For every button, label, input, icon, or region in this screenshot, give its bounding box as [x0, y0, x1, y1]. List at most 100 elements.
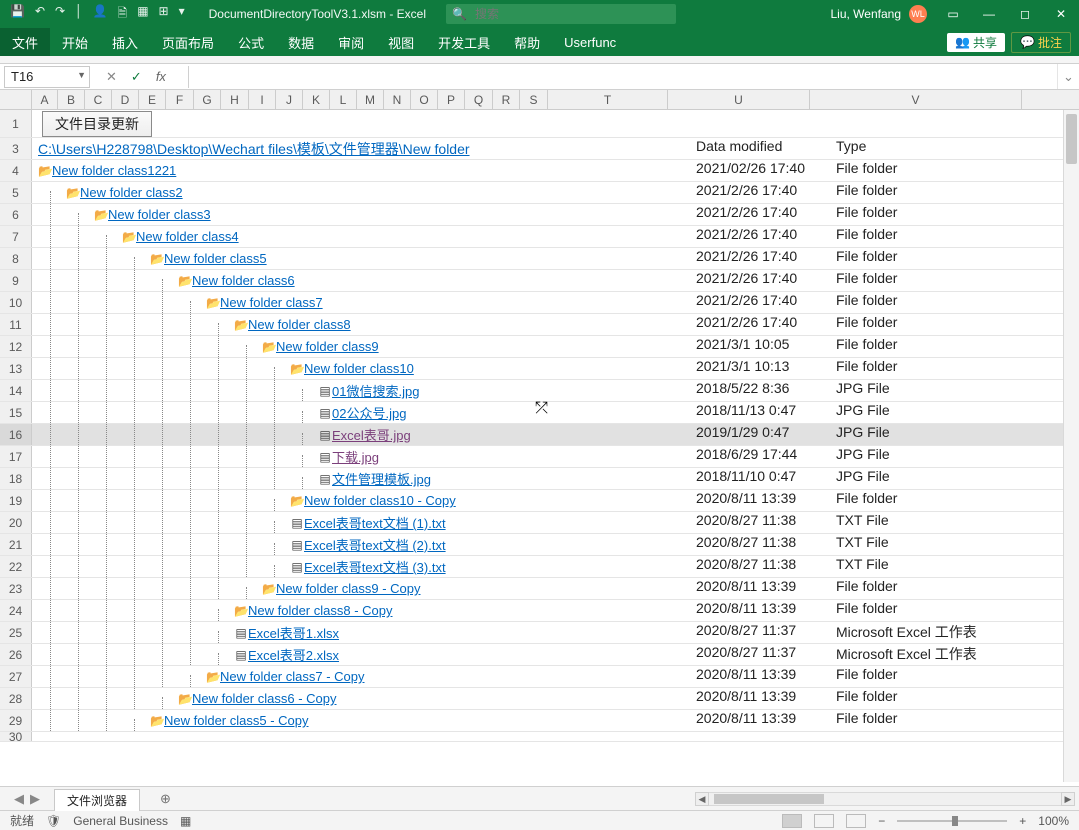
- row-header[interactable]: 28: [0, 688, 32, 709]
- view-pagelayout-icon[interactable]: [814, 814, 834, 828]
- col-header-H[interactable]: H: [221, 90, 249, 109]
- tree-link[interactable]: New folder class6 - Copy: [192, 691, 337, 706]
- qat-icon-1[interactable]: 👤: [93, 4, 108, 25]
- select-all-corner[interactable]: [0, 90, 32, 109]
- tree-link[interactable]: Excel表哥text文档 (2).txt: [304, 535, 446, 554]
- row-29[interactable]: 29📂 New folder class5 - Copy2020/8/11 13…: [0, 710, 1079, 732]
- col-header-L[interactable]: L: [330, 90, 357, 109]
- row-header[interactable]: 29: [0, 710, 32, 731]
- col-header-A[interactable]: A: [32, 90, 58, 109]
- row-30[interactable]: 30: [0, 732, 1079, 742]
- row-8[interactable]: 8📂 New folder class52021/2/26 17:40File …: [0, 248, 1079, 270]
- tree-link[interactable]: New folder class3: [108, 207, 211, 222]
- col-header-Q[interactable]: Q: [465, 90, 493, 109]
- row-16[interactable]: 16▤ Excel表哥.jpg2019/1/29 0:47JPG File: [0, 424, 1079, 446]
- undo-icon[interactable]: ↶: [35, 4, 45, 25]
- row-header[interactable]: 9: [0, 270, 32, 291]
- zoom-slider[interactable]: [897, 820, 1007, 822]
- hscroll-thumb[interactable]: [714, 794, 824, 804]
- col-header-B[interactable]: B: [58, 90, 85, 109]
- row-header[interactable]: 24: [0, 600, 32, 621]
- scrollbar-vertical[interactable]: [1063, 110, 1079, 782]
- view-pagebreak-icon[interactable]: [846, 814, 866, 828]
- tree-link[interactable]: 02公众号.jpg: [332, 403, 406, 422]
- row-header[interactable]: 5: [0, 182, 32, 203]
- minimize-button[interactable]: —: [971, 0, 1007, 28]
- root-path-link[interactable]: C:\Users\H228798\Desktop\Wechart files\模…: [38, 139, 470, 159]
- row-header[interactable]: 30: [0, 732, 32, 741]
- row-header[interactable]: 21: [0, 534, 32, 555]
- col-header-G[interactable]: G: [194, 90, 221, 109]
- formula-bar-expand-icon[interactable]: ⌄: [1057, 64, 1079, 89]
- tree-link[interactable]: New folder class7 - Copy: [220, 669, 365, 684]
- tree-link[interactable]: New folder class9 - Copy: [276, 581, 421, 596]
- hscroll-left-icon[interactable]: ◀: [695, 792, 709, 806]
- comment-button[interactable]: 💬 批注: [1011, 32, 1071, 53]
- confirm-icon[interactable]: ✓: [131, 69, 142, 85]
- scrollbar-horizontal[interactable]: ◀ ▶: [695, 792, 1075, 806]
- col-header-P[interactable]: P: [438, 90, 465, 109]
- tab-review[interactable]: 审阅: [326, 28, 376, 56]
- col-header-U[interactable]: U: [668, 90, 810, 109]
- new-sheet-button[interactable]: ⊕: [160, 791, 171, 807]
- zoom-out-button[interactable]: −: [878, 814, 885, 828]
- tree-link[interactable]: New folder class5: [164, 251, 267, 266]
- ribbon-mode-icon[interactable]: ▭: [935, 0, 971, 28]
- tree-link[interactable]: Excel表哥text文档 (1).txt: [304, 513, 446, 532]
- col-header-E[interactable]: E: [139, 90, 166, 109]
- row-13[interactable]: 13📂 New folder class102021/3/1 10:13File…: [0, 358, 1079, 380]
- tree-link[interactable]: New folder class9: [276, 339, 379, 354]
- user-account[interactable]: Liu, Wenfang WL: [823, 5, 936, 23]
- row-header[interactable]: 23: [0, 578, 32, 599]
- col-header-M[interactable]: M: [357, 90, 384, 109]
- row-7[interactable]: 7📂 New folder class42021/2/26 17:40File …: [0, 226, 1079, 248]
- row-header[interactable]: 27: [0, 666, 32, 687]
- row-header[interactable]: 22: [0, 556, 32, 577]
- row-header[interactable]: 14: [0, 380, 32, 401]
- zoom-in-button[interactable]: +: [1019, 814, 1026, 828]
- tab-insert[interactable]: 插入: [100, 28, 150, 56]
- redo-icon[interactable]: ↷: [55, 4, 65, 25]
- row-header[interactable]: 18: [0, 468, 32, 489]
- row-3[interactable]: 3C:\Users\H228798\Desktop\Wechart files\…: [0, 138, 1079, 160]
- search-input[interactable]: [473, 6, 670, 22]
- view-normal-icon[interactable]: [782, 814, 802, 828]
- col-header-C[interactable]: C: [85, 90, 112, 109]
- macro-icon[interactable]: ▦: [180, 814, 191, 828]
- tree-link[interactable]: New folder class8 - Copy: [248, 603, 393, 618]
- share-button[interactable]: 👥 共享: [947, 33, 1005, 52]
- tab-layout[interactable]: 页面布局: [150, 28, 226, 56]
- tree-link[interactable]: New folder class6: [192, 273, 295, 288]
- row-header[interactable]: 1: [0, 110, 32, 137]
- chevron-down-icon[interactable]: ▼: [77, 70, 86, 80]
- name-box[interactable]: T16 ▼: [4, 66, 90, 88]
- row-25[interactable]: 25▤ Excel表哥1.xlsx2020/8/27 11:37Microsof…: [0, 622, 1079, 644]
- row-header[interactable]: 4: [0, 160, 32, 181]
- row-header[interactable]: 6: [0, 204, 32, 225]
- tree-link[interactable]: New folder class1221: [52, 163, 176, 178]
- row-header[interactable]: 10: [0, 292, 32, 313]
- row-header[interactable]: 7: [0, 226, 32, 247]
- update-directory-button[interactable]: 文件目录更新: [42, 111, 152, 137]
- zoom-level[interactable]: 100%: [1038, 814, 1069, 828]
- col-header-T[interactable]: T: [548, 90, 668, 109]
- row-header[interactable]: 20: [0, 512, 32, 533]
- tree-link[interactable]: Excel表哥2.xlsx: [248, 645, 339, 664]
- row-header[interactable]: 13: [0, 358, 32, 379]
- fx-icon[interactable]: fx: [156, 69, 166, 84]
- sheet-tab-active[interactable]: 文件浏览器: [54, 789, 140, 811]
- tab-view[interactable]: 视图: [376, 28, 426, 56]
- row-11[interactable]: 11📂 New folder class82021/2/26 17:40File…: [0, 314, 1079, 336]
- tab-help[interactable]: 帮助: [502, 28, 552, 56]
- row-14[interactable]: 14▤ 01微信搜索.jpg2018/5/22 8:36JPG File: [0, 380, 1079, 402]
- row-10[interactable]: 10📂 New folder class72021/2/26 17:40File…: [0, 292, 1079, 314]
- worksheet-grid[interactable]: ABCDEFGHIJKLMNOPQRSTUV 1文件目录更新3C:\Users\…: [0, 90, 1079, 786]
- row-12[interactable]: 12📂 New folder class92021/3/1 10:05File …: [0, 336, 1079, 358]
- tree-link[interactable]: New folder class10: [304, 361, 414, 376]
- col-header-O[interactable]: O: [411, 90, 438, 109]
- row-header[interactable]: 8: [0, 248, 32, 269]
- row-26[interactable]: 26▤ Excel表哥2.xlsx2020/8/27 11:37Microsof…: [0, 644, 1079, 666]
- tree-link[interactable]: Excel表哥.jpg: [332, 425, 411, 444]
- row-header[interactable]: 25: [0, 622, 32, 643]
- row-header[interactable]: 19: [0, 490, 32, 511]
